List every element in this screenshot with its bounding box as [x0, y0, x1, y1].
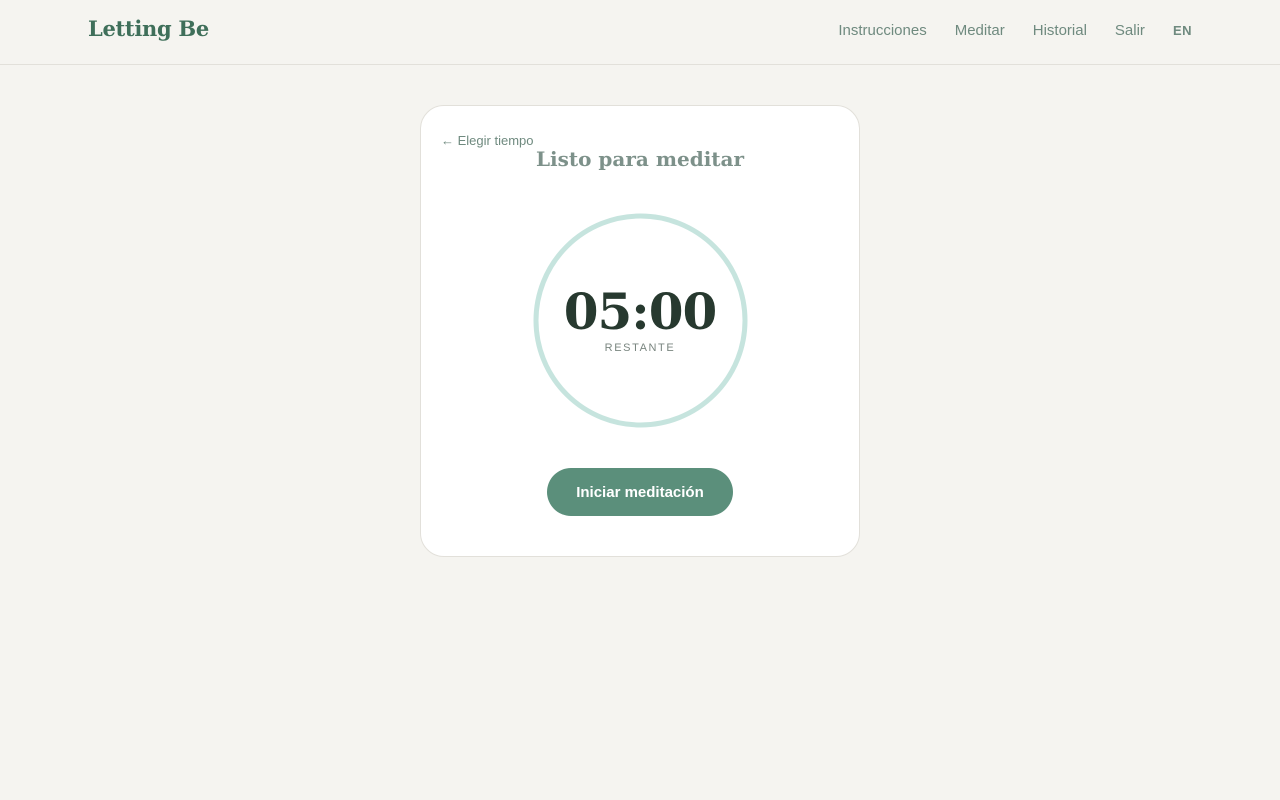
language-toggle[interactable]: EN [1173, 23, 1192, 38]
main-nav: Instrucciones Meditar Historial Salir EN [810, 22, 1192, 39]
card-title: Listo para meditar [535, 147, 745, 171]
top-header: Letting Be Instrucciones Meditar Histori… [0, 0, 1280, 65]
nav-link-instructions[interactable]: Instrucciones [838, 22, 926, 39]
meditation-card: ← Elegir tiempo Listo para meditar 05:00… [420, 105, 860, 557]
nav-link-meditate[interactable]: Meditar [955, 22, 1005, 39]
nav-link-history[interactable]: Historial [1033, 22, 1087, 39]
start-meditation-button[interactable]: Iniciar meditación [547, 468, 733, 516]
back-to-choose-time-link[interactable]: ← Elegir tiempo [441, 133, 533, 148]
logo[interactable]: Letting Be [88, 16, 209, 41]
timer-remaining-label: RESTANTE [604, 342, 676, 354]
nav-link-logout[interactable]: Salir [1115, 22, 1145, 39]
timer-display: 05:00 [563, 282, 718, 341]
